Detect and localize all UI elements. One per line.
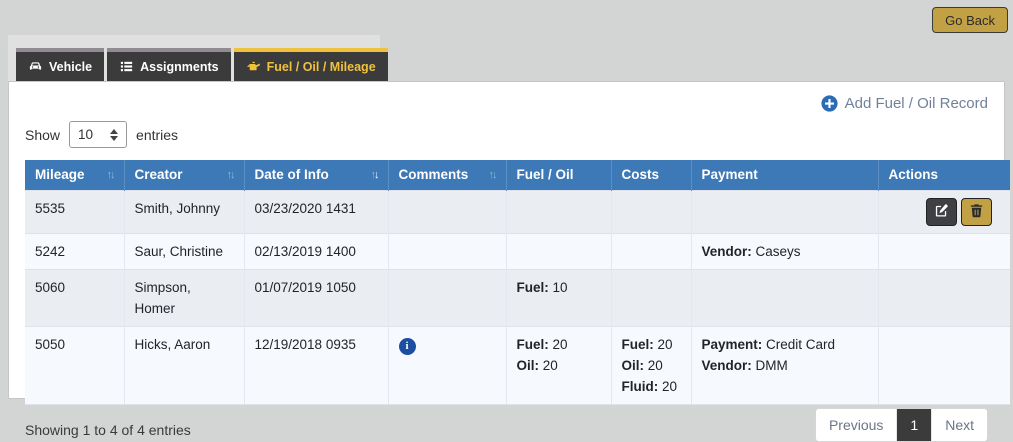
page-size-row: Show 10 entries — [25, 121, 988, 148]
previous-page-button[interactable]: Previous — [816, 409, 896, 441]
tab-label: Vehicle — [49, 60, 92, 74]
add-fuel-oil-record-label: Add Fuel / Oil Record — [845, 95, 988, 112]
oil-can-icon — [246, 59, 261, 74]
column-label: Mileage — [35, 167, 85, 182]
cell-date-of-info: 02/13/2019 1400 — [244, 233, 388, 269]
page-size-value: 10 — [78, 127, 93, 142]
page-1-button[interactable]: 1 — [896, 409, 931, 441]
next-page-button[interactable]: Next — [931, 409, 987, 441]
tab-vehicle[interactable]: Vehicle — [16, 48, 104, 81]
cell-fuel-oil-line: Oil: 20 — [517, 355, 601, 376]
column-header-fuel-oil: Fuel / Oil — [506, 160, 611, 190]
cell-actions — [878, 190, 1010, 233]
column-header-mileage[interactable]: Mileage ↑↓ — [25, 160, 124, 190]
column-label: Payment — [702, 167, 758, 182]
cell-creator: Saur, Christine — [124, 233, 244, 269]
delete-record-button[interactable] — [961, 198, 992, 226]
cell-costs: Fuel: 20Oil: 20Fluid: 20 — [611, 326, 691, 404]
cell-comments: i — [388, 326, 506, 404]
cell-payment-line: Vendor: Caseys — [702, 241, 868, 262]
sort-arrows-icon: ↑↓ — [227, 169, 234, 181]
show-label: Show — [25, 127, 60, 143]
tab-assignments[interactable]: Assignments — [107, 48, 231, 81]
cell-date-of-info: 01/07/2019 1050 — [244, 269, 388, 326]
cell-costs — [611, 269, 691, 326]
cell-creator: Smith, Johnny — [124, 190, 244, 233]
column-header-date-of-info[interactable]: Date of Info ↑↓ — [244, 160, 388, 190]
entries-label: entries — [136, 127, 178, 143]
cell-comments — [388, 190, 506, 233]
column-header-comments[interactable]: Comments ↑↓ — [388, 160, 506, 190]
edit-icon — [934, 203, 949, 221]
tab-label: Fuel / Oil / Mileage — [267, 60, 376, 74]
pagination: Previous 1 Next — [815, 408, 988, 442]
cell-costs-line: Oil: 20 — [622, 355, 681, 376]
go-back-button[interactable]: Go Back — [932, 7, 1008, 33]
table-row: 5050Hicks, Aaron12/19/2018 0935 i Fuel: 20… — [25, 326, 1010, 404]
column-label: Actions — [889, 167, 939, 182]
cell-costs-line: Fluid: 20 — [622, 376, 681, 397]
column-header-costs: Costs — [611, 160, 691, 190]
trash-icon — [969, 203, 984, 221]
cell-fuel-oil-line: Fuel: 10 — [517, 277, 601, 298]
cell-creator: Simpson, Homer — [124, 269, 244, 326]
sort-arrows-icon: ↑↓ — [371, 169, 378, 181]
cell-mileage: 5535 — [25, 190, 124, 233]
column-label: Date of Info — [255, 167, 329, 182]
cell-actions — [878, 233, 1010, 269]
cell-costs — [611, 190, 691, 233]
page-size-select[interactable]: 10 — [69, 121, 127, 148]
cell-comments — [388, 233, 506, 269]
table-row: 5535Smith, Johnny03/23/2020 1431 — [25, 190, 1010, 233]
cell-payment: Payment: Credit CardVendor: DMM — [691, 326, 878, 404]
cell-fuel-oil-line: Fuel: 20 — [517, 334, 601, 355]
add-fuel-oil-record-link[interactable]: Add Fuel / Oil Record — [25, 95, 988, 112]
cell-payment — [691, 269, 878, 326]
column-label: Fuel / Oil — [517, 167, 574, 182]
cell-actions — [878, 269, 1010, 326]
cell-payment-line: Vendor: DMM — [702, 355, 868, 376]
column-header-creator[interactable]: Creator ↑↓ — [124, 160, 244, 190]
column-label: Comments — [399, 167, 469, 182]
cell-date-of-info: 03/23/2020 1431 — [244, 190, 388, 233]
cell-fuel-oil: Fuel: 20Oil: 20 — [506, 326, 611, 404]
fuel-oil-table: Mileage↑↓Creator↑↓Date of Info↑↓Comments… — [25, 160, 1010, 405]
cell-mileage: 5060 — [25, 269, 124, 326]
table-row: 5060Simpson, Homer01/07/2019 1050 Fuel: 1… — [25, 269, 1010, 326]
entries-summary: Showing 1 to 4 of 4 entries — [25, 412, 191, 438]
cell-fuel-oil: Fuel: 10 — [506, 269, 611, 326]
column-header-payment: Payment — [691, 160, 878, 190]
cell-payment-line: Payment: Credit Card — [702, 334, 868, 355]
info-icon[interactable]: i — [399, 338, 416, 355]
cell-creator: Hicks, Aaron — [124, 326, 244, 404]
tab-fuel-oil-mileage[interactable]: Fuel / Oil / Mileage — [234, 48, 388, 81]
car-icon — [28, 59, 43, 74]
sort-arrows-icon: ↑↓ — [107, 169, 114, 181]
cell-costs — [611, 233, 691, 269]
tab-bar: Vehicle Assignments Fuel / Oil / Mileage — [16, 48, 388, 81]
cell-mileage: 5242 — [25, 233, 124, 269]
table-header-row: Mileage↑↓Creator↑↓Date of Info↑↓Comments… — [25, 160, 1010, 190]
edit-record-button[interactable] — [926, 198, 957, 226]
table-footer: Showing 1 to 4 of 4 entries Previous 1 N… — [25, 408, 988, 442]
table-row: 5242Saur, Christine02/13/2019 1400 Vendor… — [25, 233, 1010, 269]
cell-payment: Vendor: Caseys — [691, 233, 878, 269]
cell-mileage: 5050 — [25, 326, 124, 404]
column-header-actions: Actions — [878, 160, 1010, 190]
list-icon — [119, 59, 134, 74]
column-label: Costs — [622, 167, 660, 182]
cell-costs-line: Fuel: 20 — [622, 334, 681, 355]
cell-payment — [691, 190, 878, 233]
cell-fuel-oil — [506, 190, 611, 233]
column-label: Creator — [135, 167, 183, 182]
cell-date-of-info: 12/19/2018 0935 — [244, 326, 388, 404]
plus-circle-icon — [821, 95, 838, 112]
cell-comments — [388, 269, 506, 326]
sort-arrows-icon: ↑↓ — [489, 169, 496, 181]
cell-fuel-oil — [506, 233, 611, 269]
cell-actions — [878, 326, 1010, 404]
content-panel: Add Fuel / Oil Record Show 10 entries Mi… — [8, 81, 1005, 399]
select-updown-icon — [110, 129, 118, 141]
tab-label: Assignments — [140, 60, 219, 74]
